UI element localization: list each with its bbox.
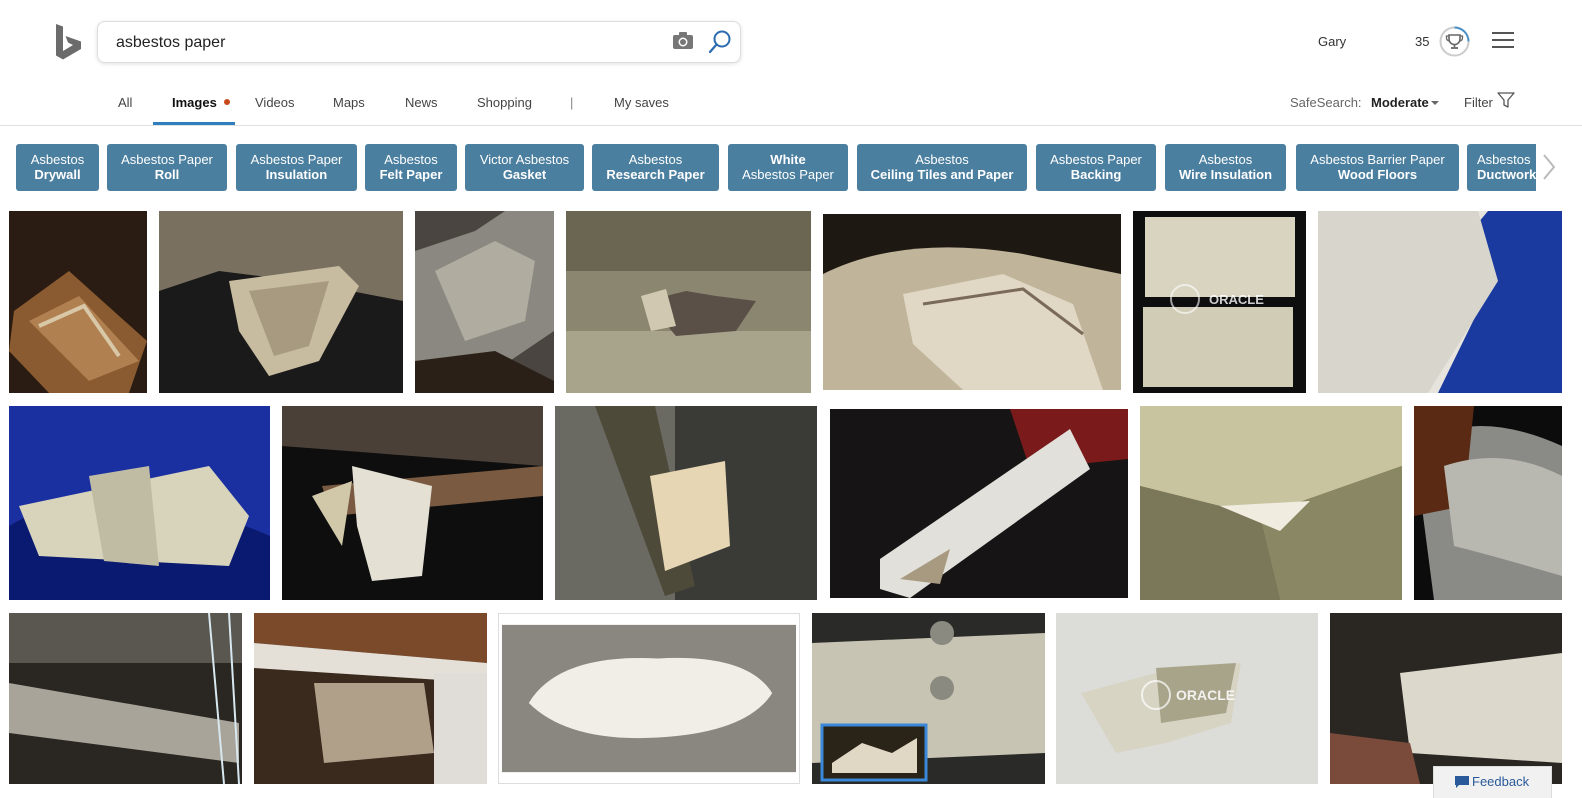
search-input[interactable]: [116, 31, 656, 55]
related-chip[interactable]: Asbestos Wire Insulation: [1165, 144, 1286, 191]
chevron-right-icon[interactable]: [1540, 152, 1558, 182]
search-icon[interactable]: [708, 29, 732, 55]
trophy-icon[interactable]: [1439, 26, 1470, 57]
image-result[interactable]: [9, 613, 242, 784]
image-result[interactable]: [1318, 211, 1562, 393]
active-tab-indicator: [153, 122, 235, 125]
bing-logo-icon[interactable]: [54, 24, 84, 62]
rewards-points[interactable]: 35: [1415, 34, 1429, 49]
image-result[interactable]: [282, 406, 543, 600]
feedback-button[interactable]: Feedback: [1433, 766, 1552, 798]
related-chip[interactable]: White Asbestos Paper: [728, 144, 848, 191]
image-result[interactable]: [1330, 613, 1562, 784]
image-result[interactable]: [9, 211, 147, 393]
menu-icon[interactable]: [1492, 32, 1514, 50]
tab-all[interactable]: All: [118, 95, 132, 110]
feedback-label: Feedback: [1472, 774, 1530, 789]
image-result[interactable]: [9, 406, 270, 600]
related-chip[interactable]: Asbestos Drywall: [16, 144, 99, 191]
notification-dot: [224, 99, 230, 105]
image-result[interactable]: [566, 211, 811, 393]
related-chip[interactable]: Asbestos Paper Backing: [1036, 144, 1156, 191]
image-result[interactable]: [812, 613, 1045, 784]
tab-shopping[interactable]: Shopping: [477, 95, 532, 110]
user-name[interactable]: Gary: [1318, 34, 1346, 49]
search-box[interactable]: [97, 21, 741, 63]
image-result[interactable]: [555, 406, 817, 600]
related-chip[interactable]: Victor Asbestos Gasket: [465, 144, 584, 191]
image-result[interactable]: ORACLE: [1133, 211, 1306, 393]
related-chip[interactable]: Asbestos Barrier Paper Wood Floors: [1296, 144, 1459, 191]
related-chip[interactable]: Asbestos Research Paper: [592, 144, 719, 191]
tab-maps[interactable]: Maps: [333, 95, 365, 110]
image-result[interactable]: [498, 613, 800, 784]
watermark-text: ORACLE: [1209, 292, 1264, 307]
filter-button[interactable]: Filter: [1464, 95, 1493, 110]
related-searches: Asbestos Drywall Asbestos Paper Roll Asbes…: [16, 144, 1536, 191]
camera-icon[interactable]: [672, 31, 694, 51]
image-result[interactable]: [830, 409, 1128, 598]
image-result[interactable]: [254, 613, 487, 784]
image-result[interactable]: [1140, 406, 1402, 600]
related-chip[interactable]: Asbestos Felt Paper: [365, 144, 457, 191]
related-chip[interactable]: Asbestos Paper Roll: [107, 144, 227, 191]
tab-news[interactable]: News: [405, 95, 438, 110]
safesearch-label: SafeSearch:: [1290, 95, 1362, 110]
tab-images[interactable]: Images: [172, 95, 217, 110]
safesearch-dropdown[interactable]: Moderate: [1371, 95, 1429, 110]
watermark-text: ORACLE: [1176, 687, 1235, 703]
related-chip[interactable]: Asbestos Ceiling Tiles and Paper: [857, 144, 1027, 191]
image-result[interactable]: [823, 214, 1121, 390]
chat-bubble-icon: [1455, 776, 1469, 788]
tab-videos[interactable]: Videos: [255, 95, 295, 110]
related-chip[interactable]: Asbestos Ductwork: [1467, 144, 1536, 191]
tab-my-saves[interactable]: My saves: [614, 95, 669, 110]
filter-icon[interactable]: [1497, 92, 1515, 109]
image-result[interactable]: [415, 211, 554, 393]
chevron-down-icon[interactable]: [1431, 101, 1439, 105]
image-result[interactable]: [159, 211, 403, 393]
nav-divider: |: [570, 95, 574, 110]
related-chip[interactable]: Asbestos Paper Insulation: [236, 144, 357, 191]
image-result[interactable]: [1414, 406, 1562, 600]
vertical-nav: All Images Videos Maps News Shopping | M…: [0, 86, 1582, 126]
image-result[interactable]: ORACLE: [1056, 613, 1318, 784]
